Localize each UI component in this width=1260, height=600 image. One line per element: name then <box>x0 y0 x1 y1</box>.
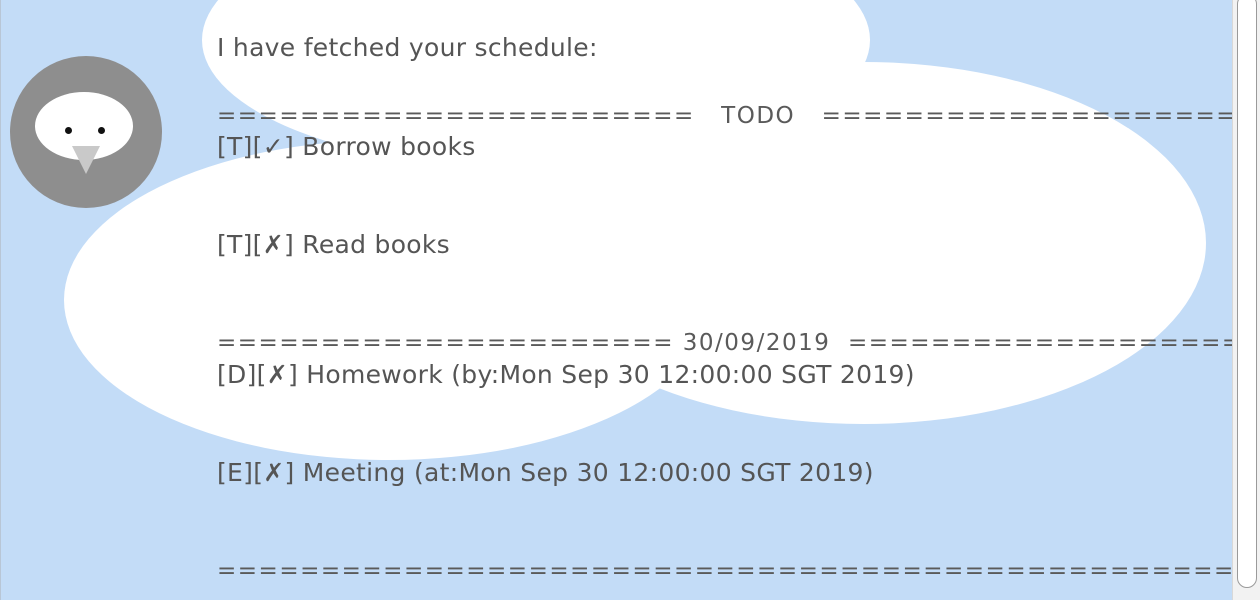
task-item: [D][✗] Homework (by:Mon Sep 30 12:00:00 … <box>217 360 915 389</box>
owl-right-eye <box>98 127 105 134</box>
task-item: [E][✗] Meeting (at:Mon Sep 30 12:00:00 S… <box>217 458 874 487</box>
owl-left-eye <box>65 127 72 134</box>
task-item: [T][✓] Borrow books <box>217 132 476 161</box>
task-item: [T][✗] Read books <box>217 230 451 259</box>
date-section-header: ====================== 30/09/2019 ======… <box>217 330 1260 356</box>
owl-icon <box>10 56 162 208</box>
vertical-scrollbar[interactable] <box>1232 0 1260 600</box>
footer-separator: ========================================… <box>217 558 1260 584</box>
todo-section-header: ======================= TODO ===========… <box>217 103 1260 129</box>
owl-beak <box>72 146 100 174</box>
scrollbar-thumb[interactable] <box>1237 0 1257 588</box>
message-intro: I have fetched your schedule: <box>217 33 598 62</box>
chat-window: I have fetched your schedule: ==========… <box>0 0 1260 600</box>
